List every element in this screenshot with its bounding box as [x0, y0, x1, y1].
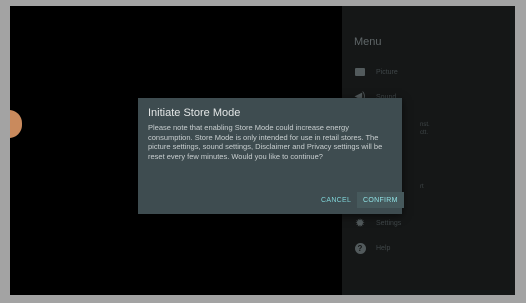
menu-item-label: Help	[376, 244, 391, 252]
orange-side-tab	[10, 110, 22, 138]
menu-item-fragment: rt	[420, 184, 424, 190]
confirm-button[interactable]: CONFIRM	[357, 192, 404, 208]
gear-icon: ✹	[354, 216, 366, 230]
store-mode-dialog: Initiate Store Mode Please note that ena…	[138, 98, 404, 214]
tv-screen: Menu Picture ◀) Sound nst. ctt. rt ✹ Set…	[10, 6, 515, 295]
cancel-button[interactable]: CANCEL	[318, 195, 354, 206]
menu-item-fragment: nst.	[420, 122, 430, 128]
menu-item-label: Picture	[376, 68, 398, 76]
help-icon: ?	[354, 242, 366, 254]
menu-item-settings[interactable]: ✹ Settings	[354, 215, 401, 231]
menu-item-picture[interactable]: Picture	[354, 64, 398, 80]
picture-icon	[354, 66, 366, 78]
menu-title: Menu	[354, 36, 382, 48]
dialog-message: Please note that enabling Store Mode cou…	[148, 123, 383, 161]
menu-item-fragment: ctt.	[420, 130, 429, 136]
menu-item-label: Settings	[376, 219, 402, 227]
menu-item-help[interactable]: ? Help	[354, 240, 390, 256]
dialog-title: Initiate Store Mode	[148, 107, 241, 119]
